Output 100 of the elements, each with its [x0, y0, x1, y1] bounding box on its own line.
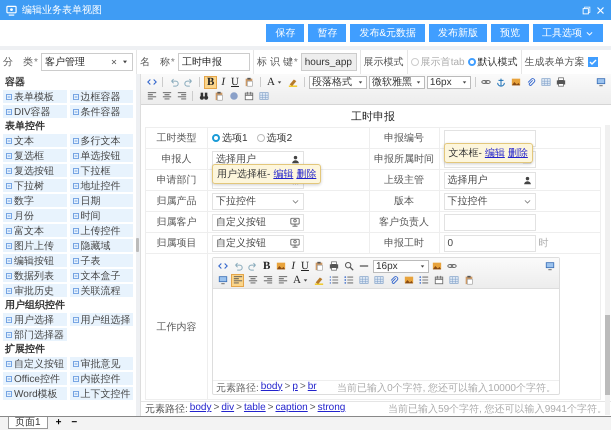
link-icon[interactable]	[481, 77, 492, 87]
align-left-icon[interactable]	[146, 91, 156, 101]
marker-icon[interactable]	[314, 275, 324, 285]
custom-button-field[interactable]: 自定义按钮	[212, 214, 304, 230]
widget-item[interactable]: 关联流程	[70, 284, 133, 297]
path-link[interactable]: strong	[318, 402, 346, 416]
widget-item[interactable]: 用户组选择	[70, 313, 133, 326]
tooltip-link[interactable]: 编辑	[273, 167, 294, 181]
table-icon[interactable]	[374, 275, 384, 285]
code-icon[interactable]	[146, 77, 156, 87]
custom-button-field[interactable]: 自定义按钮	[212, 234, 304, 252]
path-link[interactable]: table	[244, 402, 266, 416]
widget-item[interactable]: 单选按钮	[70, 149, 133, 162]
tab-action-button[interactable]: −	[69, 417, 80, 428]
widget-item[interactable]: 表单模板	[3, 90, 66, 103]
path-link[interactable]: body	[260, 380, 282, 394]
monitor-icon[interactable]	[218, 275, 228, 285]
tab-action-button[interactable]: +	[54, 417, 64, 428]
close-icon[interactable]	[596, 6, 605, 14]
paragraph-format-select[interactable]: 段落格式	[308, 76, 367, 88]
calendar-icon[interactable]	[244, 91, 254, 101]
widget-item[interactable]: 复选按钮	[3, 164, 66, 177]
user-select[interactable]: 选择用户	[444, 172, 536, 188]
widget-item[interactable]: 内嵌控件	[70, 372, 133, 385]
widget-item[interactable]: 下拉框	[70, 164, 133, 177]
widget-item[interactable]: 下拉树	[3, 179, 66, 192]
dropdown[interactable]: 下拉控件	[212, 192, 304, 210]
paste-icon[interactable]	[244, 77, 254, 87]
person-icon[interactable]	[522, 176, 532, 184]
binoculars-icon[interactable]	[198, 91, 208, 101]
code-icon[interactable]	[218, 261, 228, 271]
widget-item[interactable]: 边框容器	[70, 90, 133, 103]
calendar-icon[interactable]	[434, 275, 444, 285]
attach-icon[interactable]	[526, 77, 536, 87]
path-link[interactable]: body	[190, 402, 212, 416]
rich-text-editor[interactable]: B I U 16px A 元素路径: body > p > br 当前已输入0个字符, 您还可以输入10000个字符。	[212, 257, 560, 395]
bold-button[interactable]: B	[261, 260, 272, 272]
widget-item[interactable]: 图片上传	[3, 239, 66, 252]
widget-item[interactable]: 数据列表	[3, 269, 66, 282]
marker-icon[interactable]	[288, 77, 298, 87]
widget-item[interactable]: 部门选择器	[3, 328, 66, 341]
font-color-button[interactable]: A	[264, 76, 285, 88]
table-icon[interactable]	[449, 275, 460, 285]
widget-item[interactable]: 地址控件	[70, 179, 133, 192]
font-family-select[interactable]: 微软雅黑	[368, 76, 425, 88]
widget-item[interactable]: 月份	[3, 209, 66, 222]
widget-item[interactable]: 用户选择	[3, 313, 66, 326]
widget-item[interactable]: 富文本	[3, 224, 66, 237]
widget-item[interactable]: 上传控件	[70, 224, 133, 237]
restore-icon[interactable]	[582, 6, 591, 14]
widget-item[interactable]: 多行文本	[70, 134, 133, 147]
path-link[interactable]: br	[308, 380, 317, 394]
attach-icon[interactable]	[389, 275, 400, 285]
widget-item[interactable]: 审批意见	[70, 357, 133, 370]
anchor-icon[interactable]	[496, 77, 506, 87]
portrait-frame-icon[interactable]	[290, 217, 300, 227]
monitor-icon[interactable]	[544, 261, 554, 271]
checkbox[interactable]	[588, 57, 598, 67]
link-icon[interactable]	[447, 261, 458, 271]
widget-item[interactable]: 编辑按钮	[3, 254, 66, 267]
widget-item[interactable]: Office控件	[3, 372, 66, 385]
widget-item[interactable]: 条件容器	[70, 105, 133, 118]
align-center-icon[interactable]	[248, 275, 258, 285]
italic-button[interactable]: I	[219, 76, 228, 88]
dropdown[interactable]: 下拉控件	[444, 192, 536, 210]
widget-item[interactable]: 审批历史	[3, 284, 66, 297]
align-left-icon[interactable]	[232, 275, 242, 285]
clear-icon[interactable]	[110, 58, 118, 66]
widget-item[interactable]: 上下文控件	[70, 387, 133, 400]
page-tab[interactable]: 页面1	[8, 417, 48, 429]
widget-item[interactable]: 时间	[70, 209, 133, 222]
image-icon[interactable]	[276, 261, 286, 271]
tooltip-link[interactable]: 删除	[296, 167, 316, 181]
align-left-icon[interactable]	[278, 275, 288, 285]
caret-icon[interactable]	[120, 58, 129, 66]
radio-option[interactable]: 选项1	[212, 131, 248, 145]
font-color-button[interactable]: A	[291, 274, 311, 286]
monitor-icon[interactable]	[596, 77, 606, 87]
widget-item[interactable]: 数字	[3, 194, 66, 207]
image-icon[interactable]	[511, 77, 522, 87]
align-right-icon[interactable]	[262, 275, 272, 285]
widget-item[interactable]: 自定义按钮	[3, 357, 66, 370]
radio-option[interactable]: 选项2	[256, 131, 292, 145]
paste-icon[interactable]	[314, 261, 324, 271]
bold-button[interactable]: B	[204, 76, 218, 88]
widget-item[interactable]: 复选框	[3, 149, 66, 162]
paste-icon[interactable]	[464, 275, 474, 285]
tooltip-link[interactable]: 编辑	[484, 146, 505, 160]
tooltip-link[interactable]: 删除	[508, 146, 528, 160]
widget-item[interactable]: DIV容器	[3, 105, 66, 118]
search-icon[interactable]	[344, 261, 354, 271]
underline-button[interactable]: U	[299, 260, 311, 272]
scrollbar[interactable]	[605, 125, 610, 415]
font-size-select[interactable]: 16px	[426, 76, 471, 88]
path-link[interactable]: p	[292, 380, 298, 394]
widget-item[interactable]: 文本	[3, 134, 66, 147]
underline-button[interactable]: U	[229, 76, 241, 88]
numbered-list-icon[interactable]	[329, 275, 340, 285]
bullet-list-icon[interactable]	[344, 275, 354, 285]
radio-option[interactable]: 默认模式	[468, 55, 518, 69]
